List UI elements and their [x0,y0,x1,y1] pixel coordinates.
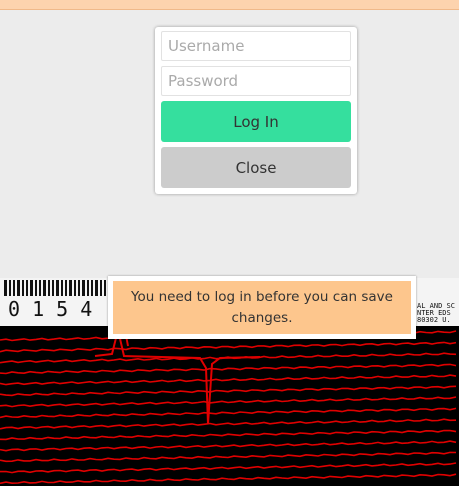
barcode-bar [56,280,59,296]
top-banner [0,0,459,10]
barcode-bar [22,280,24,296]
password-input[interactable] [161,66,351,96]
barcode-bar [74,280,76,296]
login-required-toast: You need to log in before you can save c… [108,276,416,339]
trace-line [0,407,457,419]
trace-line [0,473,457,485]
trace-line [0,462,457,474]
barcode-bar [52,280,54,296]
barcode-bar [48,280,50,296]
red-traces [0,329,457,485]
trace-line [0,374,457,386]
trace-line [0,451,457,463]
login-button[interactable]: Log In [161,101,351,142]
barcode-bar [95,280,98,296]
barcode-bar [35,280,37,296]
toast-message: You need to log in before you can save c… [113,281,411,334]
trace-line [0,363,457,375]
barcode-bar [39,280,41,296]
barcode-bar [65,280,67,296]
barcode-bar [26,280,28,296]
label-line-3: 80302 U. [417,316,451,324]
barcode-bar [30,280,33,296]
login-panel: Log In Close [155,27,357,194]
trace-line [0,341,457,353]
barcode-bar [4,280,7,296]
trace-spike [94,329,261,425]
trace-line [0,396,457,408]
barcode-bar [43,280,46,296]
trace-line [0,440,457,452]
barcode-bar [100,280,102,296]
trace-line [0,385,457,397]
close-button[interactable]: Close [161,147,351,188]
username-input[interactable] [161,31,351,61]
barcode-bar [69,280,72,296]
barcode-bar [9,280,11,296]
barcode-bar [82,280,85,296]
barcode-bar [17,280,20,296]
trace-line [0,418,457,430]
barcode-bar [91,280,93,296]
barcode-bar [78,280,80,296]
barcode-bar [104,280,106,296]
barcode-bar [61,280,63,296]
barcode-bar [87,280,89,296]
trace-line [0,429,457,441]
barcode-bar [13,280,15,296]
number-stamp: 0 1 5 4 [8,297,92,321]
